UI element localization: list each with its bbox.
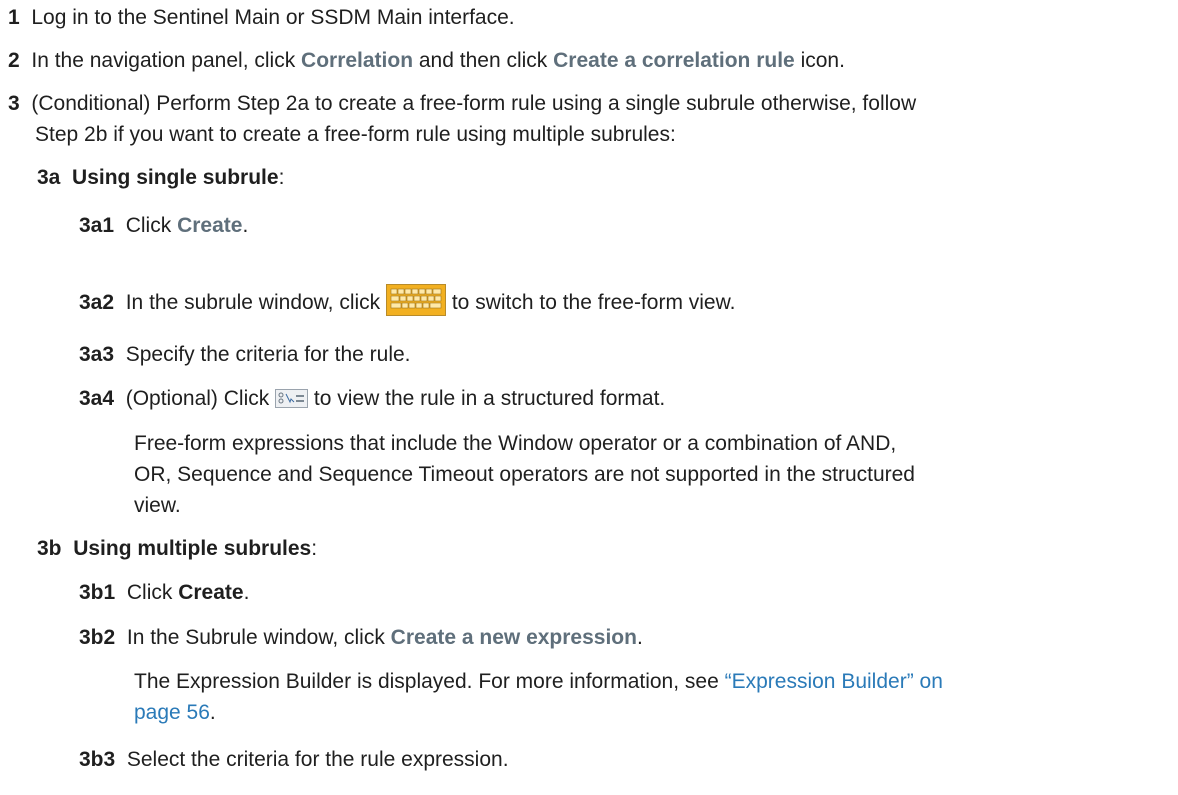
note-text: OR, Sequence and Sequence Timeout operat…	[134, 463, 915, 486]
step-3-continued: Step 2b if you want to create a free-for…	[35, 119, 676, 150]
step-text: Log in to the Sentinel Main or SSDM Main…	[31, 6, 515, 29]
step-number: 3b3	[79, 748, 116, 771]
step-text: Click	[125, 214, 178, 237]
step-text: In the navigation panel, click	[31, 49, 302, 72]
step-3a4-note-line-3: view.	[134, 490, 181, 521]
step-3b2: 3b2 In the Subrule window, click Create …	[79, 622, 643, 653]
note-text: view.	[134, 494, 181, 517]
correlation-ui-label: Correlation	[301, 49, 414, 72]
step-text: .	[243, 581, 250, 604]
step-number: 3	[8, 92, 20, 115]
step-text: Click	[126, 581, 179, 604]
step-text: icon.	[794, 49, 845, 72]
step-text: In the Subrule window, click	[126, 626, 391, 649]
step-text: and then click	[413, 49, 554, 72]
step-3b3: 3b3 Select the criteria for the rule exp…	[79, 744, 509, 775]
step-3a1: 3a1 Click Create.	[79, 210, 248, 241]
step-number: 3b1	[79, 581, 116, 604]
step-text: In the subrule window, click	[125, 291, 387, 314]
substep-suffix: :	[278, 166, 285, 189]
note-text: The Expression Builder is displayed. For…	[134, 670, 725, 693]
substep-suffix: :	[311, 537, 318, 560]
substep-title: Using multiple subrules	[73, 537, 312, 560]
create-bold-label: Create	[178, 581, 244, 604]
step-number: 3a4	[79, 387, 115, 410]
step-2: 2 In the navigation panel, click Correla…	[8, 45, 845, 76]
step-text: (Optional) Click	[125, 387, 276, 410]
create-ui-label: Create	[177, 214, 243, 237]
step-text: Select the criteria for the rule express…	[126, 748, 509, 771]
step-3: 3 (Conditional) Perform Step 2a to creat…	[8, 88, 916, 119]
step-text: Specify the criteria for the rule.	[125, 343, 411, 366]
step-1: 1 Log in to the Sentinel Main or SSDM Ma…	[8, 2, 515, 33]
step-3a2: 3a2 In the subrule window, click to swit…	[79, 284, 735, 318]
step-number: 3a3	[79, 343, 115, 366]
keyboard-icon	[386, 284, 447, 316]
step-text: (Conditional) Perform Step 2a to create …	[31, 92, 917, 115]
page-56-link[interactable]: page 56	[134, 701, 210, 724]
substep-3b: 3b Using multiple subrules:	[37, 533, 317, 564]
step-3b2-note-line-2: page 56.	[134, 697, 216, 728]
step-3b1: 3b1 Click Create.	[79, 577, 249, 608]
create-new-expression-ui-label: Create a new expression	[390, 626, 637, 649]
step-text: Step 2b if you want to create a free-for…	[35, 123, 676, 146]
note-text: Free-form expressions that include the W…	[134, 432, 897, 455]
step-number: 1	[8, 6, 20, 29]
step-number: 3b2	[79, 626, 116, 649]
substep-title: Using single subrule	[72, 166, 279, 189]
create-correlation-rule-ui-label: Create a correlation rule	[553, 49, 795, 72]
step-number: 3b	[37, 537, 62, 560]
substep-3a: 3a Using single subrule:	[37, 162, 284, 193]
step-text: .	[242, 214, 249, 237]
step-3a3: 3a3 Specify the criteria for the rule.	[79, 339, 411, 370]
step-number: 3a2	[79, 291, 115, 314]
step-number: 2	[8, 49, 20, 72]
step-number: 3a	[37, 166, 61, 189]
step-3a4-note-line-2: OR, Sequence and Sequence Timeout operat…	[134, 459, 915, 490]
step-3a4: 3a4 (Optional) Click to view the rule in…	[79, 383, 665, 414]
structured-view-icon	[275, 389, 309, 408]
step-text: to view the rule in a structured format.	[308, 387, 666, 410]
step-3a4-note-line-1: Free-form expressions that include the W…	[134, 428, 896, 459]
expression-builder-link[interactable]: “Expression Builder” on	[725, 670, 943, 693]
step-number: 3a1	[79, 214, 115, 237]
note-text: .	[209, 701, 216, 724]
step-3b2-note-line-1: The Expression Builder is displayed. For…	[134, 666, 943, 697]
step-text: .	[636, 626, 643, 649]
step-text: to switch to the free-form view.	[446, 291, 736, 314]
